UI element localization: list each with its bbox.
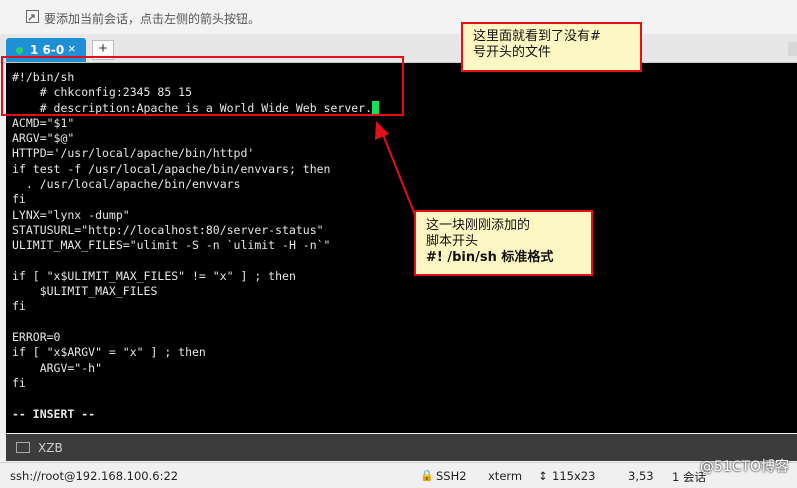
connection-address: ssh://root@192.168.100.6:22 bbox=[10, 469, 179, 483]
terminal-line: ACMD="$1" bbox=[12, 116, 379, 131]
session-name: XZB bbox=[38, 441, 63, 455]
terminal-line: $ULIMIT_MAX_FILES bbox=[12, 284, 379, 299]
watermark: @51CTO博客 bbox=[699, 459, 789, 475]
highlight-box bbox=[1, 56, 404, 116]
terminal-line: STATUSURL="http://localhost:80/server-st… bbox=[12, 223, 379, 238]
side-panel-toggle-icon[interactable] bbox=[788, 42, 797, 56]
terminal-line-text: . /usr/local/apache/bin/envvars bbox=[12, 177, 241, 192]
annotation-text: 这里面就看到了没有# bbox=[473, 29, 601, 44]
terminal-size: 115x23 bbox=[552, 469, 596, 483]
terminal-line-text: ACMD="$1" bbox=[12, 115, 75, 130]
terminal-line-text: ARGV="-h" bbox=[12, 360, 103, 375]
terminal-line: . /usr/local/apache/bin/envvars bbox=[12, 177, 379, 192]
terminal-output: #!/bin/sh # chkconfig:2345 85 15 # descr… bbox=[12, 70, 380, 422]
terminal-line: ULIMIT_MAX_FILES="ulimit -S -n `ulimit -… bbox=[12, 238, 379, 253]
terminal-icon bbox=[16, 442, 30, 453]
terminal-type: xterm bbox=[488, 469, 523, 483]
terminal-line-text: if test -f /usr/local/apache/bin/envvars… bbox=[12, 161, 331, 176]
terminal-line: if [ "x$ULIMIT_MAX_FILES" != "x" ] ; the… bbox=[12, 269, 379, 284]
terminal-line-text: fi bbox=[12, 375, 26, 390]
terminal-line: ARGV="$@" bbox=[12, 131, 379, 146]
session-bar[interactable]: XZB bbox=[6, 434, 797, 461]
annotation-text: #! /bin/sh 标准格式 bbox=[426, 250, 554, 265]
connected-status-icon bbox=[16, 47, 23, 54]
terminal-line: if test -f /usr/local/apache/bin/envvars… bbox=[12, 162, 379, 177]
terminal-line: fi bbox=[12, 376, 379, 391]
cursor-position: 3,53 bbox=[628, 469, 654, 483]
terminal-line-text: LYNX="lynx -dump" bbox=[12, 207, 130, 222]
terminal-line: ERROR=0 bbox=[12, 330, 379, 345]
arrow-into-box-icon[interactable] bbox=[26, 10, 39, 23]
terminal-line-text: if [ "x$ARGV" = "x" ] ; then bbox=[12, 345, 206, 360]
hint-text: 要添加当前会话，点击左侧的箭头按钮。 bbox=[44, 12, 261, 26]
terminal-line: HTTPD='/usr/local/apache/bin/httpd' bbox=[12, 146, 379, 161]
terminal-line-text: if [ "x$ULIMIT_MAX_FILES" != "x" ] ; the… bbox=[12, 268, 296, 283]
annotation-note-top: 这里面就看到了没有# 号开头的文件 bbox=[461, 22, 642, 72]
terminal-line-text: -- INSERT -- bbox=[12, 406, 96, 421]
terminal-line-text: fi bbox=[12, 299, 26, 314]
terminal-line: fi bbox=[12, 299, 379, 314]
terminal-line-text: fi bbox=[12, 192, 26, 207]
protocol: SSH2 bbox=[436, 469, 467, 483]
lock-icon: 🔒 bbox=[420, 469, 434, 482]
terminal-line: ARGV="-h" bbox=[12, 361, 379, 376]
annotation-note-bottom: 这一块刚刚添加的 脚本开头 #! /bin/sh 标准格式 bbox=[414, 210, 593, 276]
terminal-screen[interactable]: #!/bin/sh # chkconfig:2345 85 15 # descr… bbox=[6, 63, 797, 433]
tab-close-icon[interactable]: × bbox=[68, 41, 76, 56]
annotation-text: 号开头的文件 bbox=[473, 45, 552, 60]
terminal-line-text: STATUSURL="http://localhost:80/server-st… bbox=[12, 222, 324, 237]
tab-label: 1 6-0 bbox=[30, 43, 65, 57]
terminal-line: -- INSERT -- bbox=[12, 407, 379, 422]
terminal-line-text: ULIMIT_MAX_FILES="ulimit -S -n `ulimit -… bbox=[12, 238, 331, 253]
terminal-line-text: ARGV="$@" bbox=[12, 131, 75, 146]
terminal-line-text: HTTPD='/usr/local/apache/bin/httpd' bbox=[12, 146, 255, 161]
terminal-line: if [ "x$ARGV" = "x" ] ; then bbox=[12, 345, 379, 360]
terminal-line: LYNX="lynx -dump" bbox=[12, 208, 379, 223]
status-bar: ssh://root@192.168.100.6:22 🔒 SSH2 xterm… bbox=[0, 462, 797, 488]
annotation-text: 这一块刚刚添加的 bbox=[426, 218, 531, 233]
annotation-text: 脚本开头 bbox=[426, 234, 479, 249]
terminal-line-text: ERROR=0 bbox=[12, 330, 61, 345]
terminal-line-text: $ULIMIT_MAX_FILES bbox=[12, 284, 158, 299]
resize-icon: ↕ bbox=[538, 469, 548, 483]
session-hint-bar: 要添加当前会话，点击左侧的箭头按钮。 bbox=[0, 0, 797, 35]
terminal-line: fi bbox=[12, 192, 379, 207]
